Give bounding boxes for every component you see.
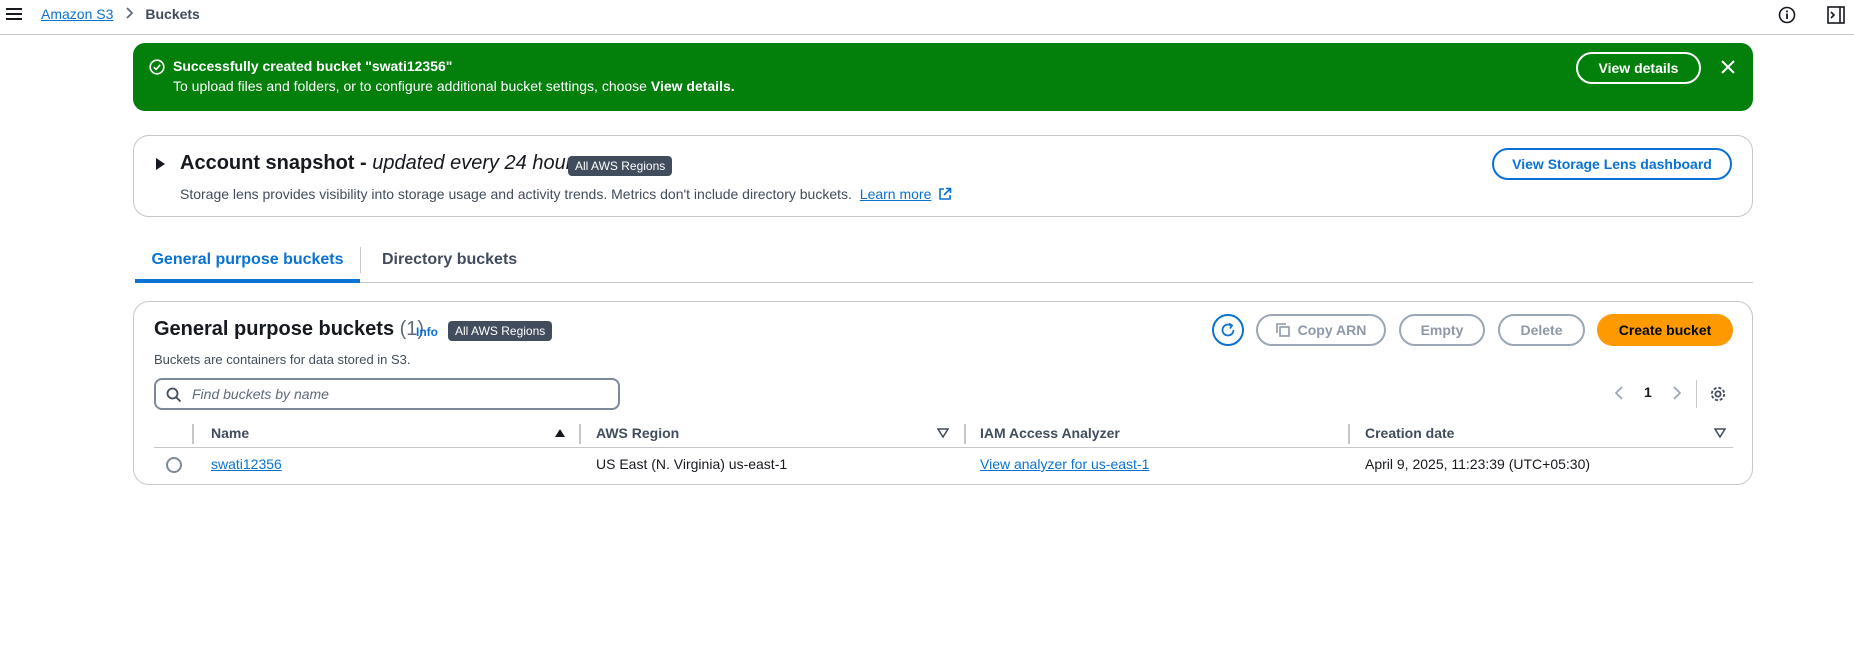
flash-message-text: To upload files and folders, or to confi… (173, 78, 647, 94)
tab-general-purpose-buckets[interactable]: General purpose buckets (135, 241, 360, 283)
bucket-region: US East (N. Virginia) us-east-1 (596, 456, 788, 472)
snapshot-description: Storage lens provides visibility into st… (180, 186, 952, 202)
row-select-radio[interactable] (166, 457, 182, 473)
success-flashbar: Successfully created bucket "swati12356"… (133, 43, 1753, 111)
top-bar: Amazon S3 Buckets (0, 0, 1854, 35)
flash-title: Successfully created bucket "swati12356" (173, 58, 453, 74)
tab-directory-buckets[interactable]: Directory buckets (382, 241, 517, 283)
divider (1696, 380, 1697, 408)
snapshot-title: Account snapshot - updated every 24 hour… (180, 152, 582, 175)
refresh-icon (1221, 322, 1235, 337)
chevron-right-icon[interactable] (1672, 386, 1682, 400)
panel-title: General purpose buckets (1) (154, 318, 424, 341)
delete-button[interactable]: Delete (1498, 314, 1585, 346)
panel-title-text: General purpose buckets (154, 318, 395, 340)
bucket-name-link[interactable]: swati12356 (211, 456, 282, 472)
column-creation-date[interactable]: Creation date (1365, 425, 1454, 441)
search-icon (166, 387, 182, 403)
create-bucket-button[interactable]: Create bucket (1597, 314, 1733, 346)
column-separator (1348, 424, 1350, 444)
search-input[interactable] (190, 383, 610, 405)
view-storage-lens-button[interactable]: View Storage Lens dashboard (1492, 148, 1732, 180)
table-row: swati12356 US East (N. Virginia) us-east… (154, 448, 1733, 482)
caret-right-icon[interactable] (156, 158, 165, 170)
refresh-button[interactable] (1212, 314, 1244, 346)
snapshot-title-italic: updated every 24 hours (372, 152, 583, 174)
breadcrumb-amazon-s3[interactable]: Amazon S3 (41, 6, 113, 22)
side-panel-icon[interactable] (1827, 5, 1845, 25)
external-link-icon (939, 187, 952, 200)
empty-button[interactable]: Empty (1399, 314, 1485, 346)
all-regions-badge: All AWS Regions (568, 156, 673, 176)
sort-icon[interactable] (1714, 428, 1726, 438)
panel-description: Buckets are containers for data stored i… (154, 352, 411, 367)
bucket-tabs: General purpose buckets Directory bucket… (135, 241, 1753, 283)
flash-message: To upload files and folders, or to confi… (173, 78, 735, 94)
column-name[interactable]: Name (211, 425, 249, 441)
search-field[interactable] (154, 378, 620, 410)
column-separator (964, 424, 966, 444)
chevron-left-icon[interactable] (1614, 386, 1624, 400)
flash-message-bold: View details. (650, 78, 735, 94)
all-regions-badge: All AWS Regions (448, 321, 553, 341)
bucket-creation-date: April 9, 2025, 11:23:39 (UTC+05:30) (1365, 456, 1591, 472)
view-analyzer-link[interactable]: View analyzer for us-east-1 (980, 456, 1149, 472)
column-separator (579, 424, 581, 444)
account-snapshot-panel: Account snapshot - updated every 24 hour… (133, 135, 1753, 217)
buckets-table-panel: General purpose buckets (1) Info All AWS… (133, 301, 1753, 485)
page-number[interactable]: 1 (1644, 384, 1652, 400)
copy-arn-button[interactable]: Copy ARN (1256, 314, 1386, 346)
snapshot-description-text: Storage lens provides visibility into st… (180, 186, 852, 202)
menu-icon[interactable] (6, 6, 22, 22)
copy-arn-label: Copy ARN (1297, 322, 1367, 338)
success-check-icon (149, 59, 165, 75)
settings-icon[interactable] (1709, 385, 1727, 403)
chevron-right-icon (125, 6, 135, 22)
sort-ascending-icon[interactable] (554, 428, 566, 438)
info-icon[interactable] (1778, 6, 1796, 24)
breadcrumb: Amazon S3 Buckets (41, 6, 200, 22)
column-aws-region[interactable]: AWS Region (596, 425, 679, 441)
info-link[interactable]: Info (416, 325, 438, 339)
snapshot-title-text: Account snapshot - (180, 152, 373, 174)
table-header: Name AWS Region IAM Access Analyzer Crea… (154, 420, 1733, 448)
view-details-button[interactable]: View details (1576, 52, 1701, 84)
sort-icon[interactable] (937, 428, 949, 438)
copy-icon (1275, 323, 1290, 337)
tab-divider (360, 247, 361, 273)
close-icon[interactable] (1720, 59, 1736, 75)
column-separator (192, 424, 194, 444)
learn-more-link[interactable]: Learn more (860, 186, 932, 202)
breadcrumb-buckets: Buckets (145, 6, 200, 22)
column-iam-access-analyzer[interactable]: IAM Access Analyzer (980, 425, 1120, 441)
